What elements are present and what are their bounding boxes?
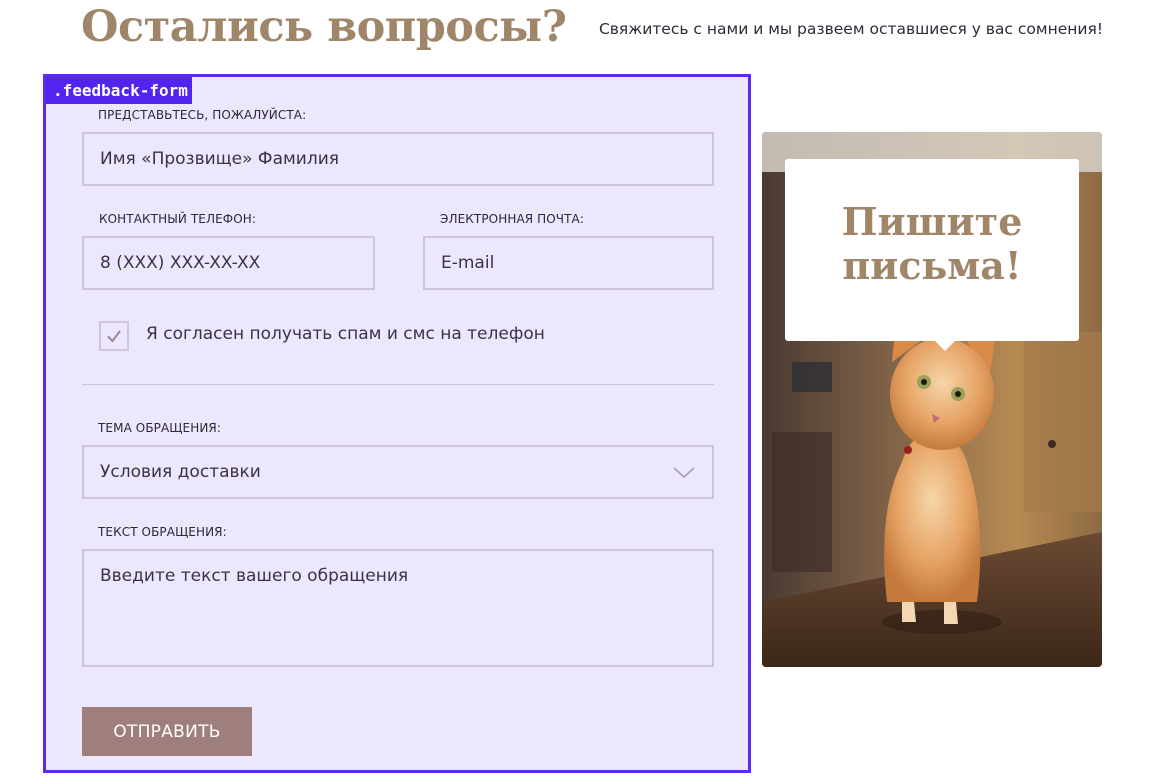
submit-button[interactable]: Отправить (82, 707, 252, 756)
message-textarea[interactable] (82, 549, 714, 667)
name-input[interactable] (82, 132, 714, 186)
checkmark-icon (107, 330, 121, 343)
page-subtitle: Свяжитесь с нами и мы развеем оставшиеся… (598, 20, 1103, 38)
consent-label: Я согласен получать спам и смс на телефо… (146, 324, 545, 344)
topic-select-value: Условия доставки (100, 462, 261, 482)
email-input[interactable] (423, 236, 714, 290)
form-divider (82, 384, 714, 385)
phone-label: Контактный телефон: (99, 212, 257, 226)
consent-checkbox[interactable] (99, 321, 129, 351)
email-label: Электронная почта: (440, 212, 585, 226)
feedback-form-tag: .feedback-form (46, 77, 192, 104)
phone-input[interactable] (82, 236, 375, 290)
topic-select[interactable]: Условия доставки (82, 445, 714, 499)
feedback-form: .feedback-form Представьтесь, пожалуйста… (43, 74, 751, 773)
message-label: Текст обращения: (98, 525, 227, 539)
name-label: Представьтесь, пожалуйста: (98, 108, 307, 122)
cat-photo-card: Пишите письма! (762, 132, 1102, 667)
chevron-down-icon (673, 467, 695, 479)
page-title: Остались вопросы? (81, 2, 567, 52)
speech-bubble-text: Пишите письма! (841, 199, 1023, 288)
speech-bubble: Пишите письма! (785, 159, 1079, 351)
topic-label: Тема обращения: (98, 421, 221, 435)
